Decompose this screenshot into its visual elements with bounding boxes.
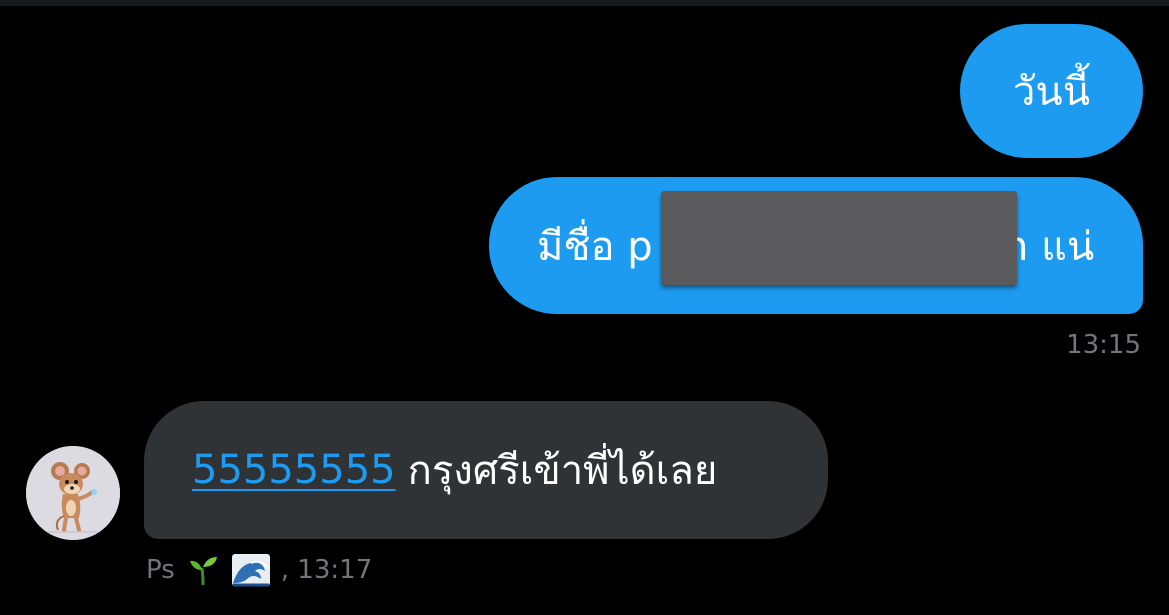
incoming-message-meta: Ps , 13:17 <box>146 553 372 587</box>
incoming-message-bubble[interactable]: 55555555 กรุงศรีเข้าพี่ได้เลย <box>144 401 828 539</box>
outgoing-message-bubble[interactable]: วันนี้ <box>960 24 1143 158</box>
message-timestamp: , 13:17 <box>280 555 373 585</box>
top-divider <box>0 0 1169 6</box>
sender-name[interactable]: Ps <box>146 555 175 585</box>
message-link[interactable]: 55555555 <box>192 447 396 493</box>
dm-conversation: วันนี้ มีชื่อ p n แน่ 13:15 55555555 กรุ… <box>0 0 1169 615</box>
message-text: วันนี้ <box>1012 69 1091 115</box>
outgoing-message-bubble[interactable]: มีชื่อ p n แน่ <box>489 177 1143 314</box>
redaction-box <box>661 191 1017 285</box>
message-timestamp: 13:15 <box>1066 330 1141 360</box>
wave-emoji-icon <box>231 553 271 587</box>
sender-avatar[interactable] <box>26 446 120 540</box>
message-text: กรุงศรีเข้าพี่ได้เลย <box>407 448 718 494</box>
message-text-start: มีชื่อ p <box>537 223 653 270</box>
seedling-emoji-icon <box>187 555 219 586</box>
jerry-mouse-avatar-icon <box>26 446 120 540</box>
